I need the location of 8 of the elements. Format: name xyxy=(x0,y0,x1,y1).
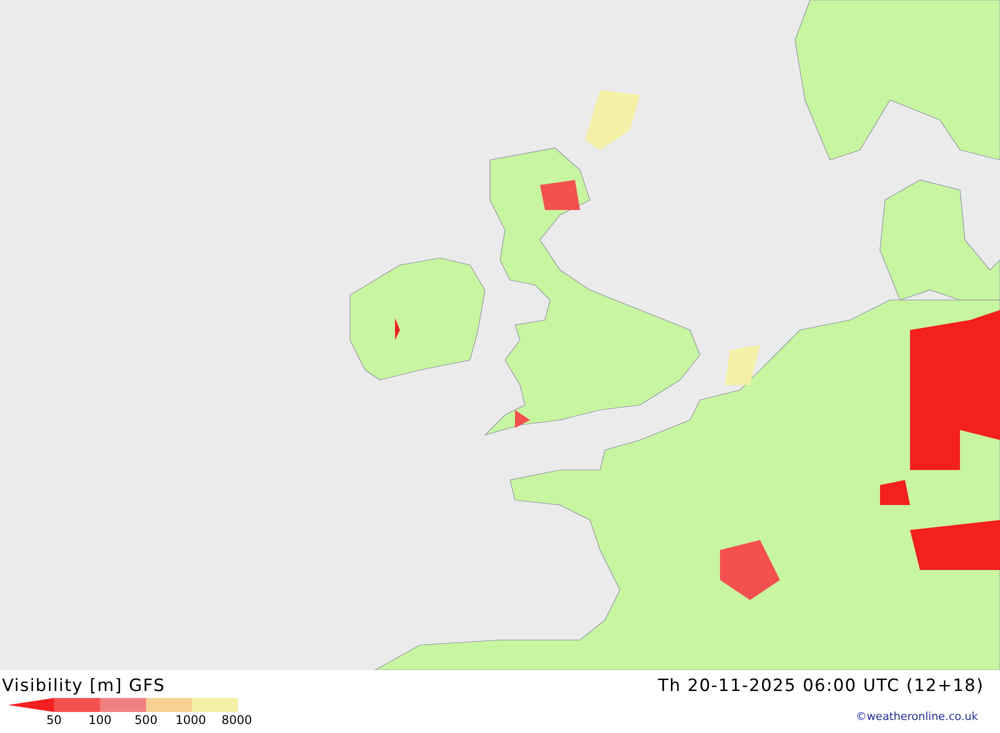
legend-label: 1000 xyxy=(175,713,206,727)
legend-label: 50 xyxy=(45,713,63,727)
legend-label: 8000 xyxy=(221,713,252,727)
valid-time: Th 20-11-2025 06:00 UTC (12+18) xyxy=(658,676,984,696)
legend-label: 100 xyxy=(88,713,112,727)
map-title: Visibility [m] GFS xyxy=(2,676,166,696)
credit-text: ©weatheronline.co.uk xyxy=(856,710,978,723)
legend-label: 500 xyxy=(134,713,158,727)
